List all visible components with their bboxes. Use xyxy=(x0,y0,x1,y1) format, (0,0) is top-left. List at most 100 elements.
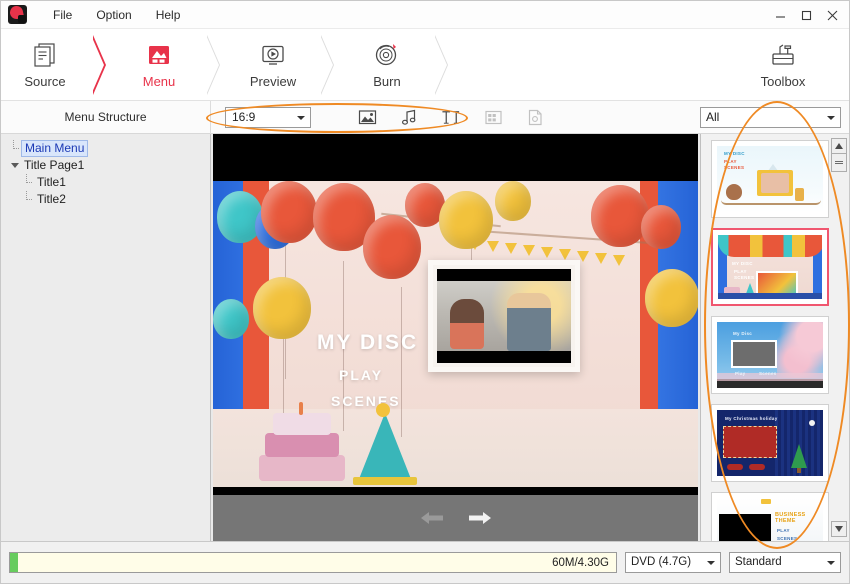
menu-bar: File Option Help xyxy=(41,5,192,25)
tree-node-label: Title2 xyxy=(34,192,69,207)
balloon-teal xyxy=(213,299,249,339)
tree-node-title2[interactable]: Title2 xyxy=(9,191,210,208)
step-source[interactable]: Source xyxy=(1,29,89,100)
template-filter-wrap: All xyxy=(700,107,841,128)
garland-flag xyxy=(523,245,535,256)
scroll-up-icon[interactable] xyxy=(831,138,847,154)
step-source-label: Source xyxy=(24,74,65,89)
chevron-down-icon xyxy=(297,116,305,120)
template-thumb-balloon-birthday[interactable]: MY DISC PLAY SCENES xyxy=(711,228,829,306)
template-blossoms xyxy=(777,322,823,378)
background-music-icon[interactable] xyxy=(399,107,419,127)
template-filter-select[interactable]: All xyxy=(700,107,841,128)
menu-template-icon xyxy=(144,40,174,70)
step-preview-label: Preview xyxy=(250,74,296,89)
template-sub2: SCENES xyxy=(724,165,744,170)
disc-burn-icon xyxy=(372,40,402,70)
scroll-down-icon[interactable] xyxy=(831,521,847,537)
balloon-yellow xyxy=(495,181,531,221)
close-icon[interactable] xyxy=(819,2,845,28)
menu-play-text[interactable]: PLAY xyxy=(339,367,383,383)
template-thumb-christmas-holiday[interactable]: My Christmas holiday xyxy=(711,404,829,482)
tree-node-main-menu[interactable]: Main Menu xyxy=(9,140,210,157)
minimize-icon[interactable] xyxy=(767,2,793,28)
sub-toolbar-tools: 16:9 xyxy=(211,107,545,128)
cake-layer xyxy=(265,433,339,457)
step-menu[interactable]: Menu xyxy=(115,29,203,100)
toolbox-button[interactable]: Toolbox xyxy=(731,29,835,100)
menu-item-file[interactable]: File xyxy=(41,5,84,25)
window-controls xyxy=(767,1,845,29)
template-sub1: Play xyxy=(735,371,745,376)
menu-scene: MY DISC PLAY SCENES xyxy=(213,181,698,487)
template-thumb-business[interactable]: BUSINESS THEME PLAY SCENES xyxy=(711,492,829,541)
template-tree-trunk xyxy=(797,468,801,473)
template-scrollbar-top xyxy=(831,138,847,172)
quality-value: Standard xyxy=(735,556,782,568)
step-divider-3 xyxy=(317,29,343,100)
balloon-red xyxy=(363,215,421,279)
document-stack-icon xyxy=(30,40,60,70)
arrow-right-icon[interactable] xyxy=(467,509,493,527)
text-tool-icon[interactable] xyxy=(441,107,461,127)
template-photo-frame xyxy=(719,514,771,541)
template-accent xyxy=(761,499,771,504)
preview-stage[interactable]: MY DISC PLAY SCENES xyxy=(213,134,698,541)
sub-toolbar: Menu Structure 16:9 xyxy=(1,101,849,134)
app-logo-icon xyxy=(8,5,27,24)
menu-thumbnail-frame[interactable] xyxy=(428,260,580,372)
step-burn[interactable]: Burn xyxy=(343,29,431,100)
template-thumb-cherry-blossom[interactable]: My Disc Play Scenes xyxy=(711,316,829,394)
menu-title-text[interactable]: MY DISC xyxy=(317,331,418,355)
toolbox-icon xyxy=(768,40,798,70)
template-moon xyxy=(809,420,815,426)
preview-monitor-icon xyxy=(258,40,288,70)
tree-node-title1[interactable]: Title1 xyxy=(9,174,210,191)
template-art: BUSINESS THEME PLAY SCENES xyxy=(717,498,823,541)
garland-flag xyxy=(487,241,499,252)
tree-node-title-page1[interactable]: Title Page1 xyxy=(9,157,210,174)
main-body: Main Menu Title Page1 Title1 Title2 xyxy=(1,134,849,541)
menu-item-help[interactable]: Help xyxy=(144,5,193,25)
cake-layer xyxy=(259,455,345,481)
menu-tree: Main Menu Title Page1 Title1 Title2 xyxy=(1,140,210,208)
step-preview[interactable]: Preview xyxy=(229,29,317,100)
disc-type-select[interactable]: DVD (4.7G) xyxy=(625,552,721,573)
disc-type-value: DVD (4.7G) xyxy=(631,556,691,568)
tree-node-label: Main Menu xyxy=(21,140,88,157)
scroll-thumb[interactable] xyxy=(831,154,847,172)
template-scrollbar[interactable] xyxy=(831,138,847,537)
template-title: BUSINESS THEME xyxy=(775,512,823,524)
garland-flag xyxy=(595,253,607,264)
page-settings-icon xyxy=(525,107,545,127)
aspect-ratio-select[interactable]: 16:9 xyxy=(225,107,311,128)
menu-preview-panel: MY DISC PLAY SCENES xyxy=(211,134,701,541)
template-sub2: SCENES xyxy=(734,275,754,280)
garland-flag xyxy=(505,243,517,254)
menu-thumbnail-inner xyxy=(437,269,571,363)
status-bar: 60M/4.30G DVD (4.7G) Standard xyxy=(1,541,849,583)
thumbnail-person-right xyxy=(507,293,551,351)
arrow-left-icon[interactable] xyxy=(419,509,445,527)
template-title: My Christmas holiday xyxy=(725,416,778,421)
tree-expander-icon[interactable] xyxy=(9,160,20,171)
balloon-yellow xyxy=(645,269,698,327)
menu-item-option[interactable]: Option xyxy=(84,5,143,25)
thumbnail-grid-icon xyxy=(483,107,503,127)
tree-node-label: Title Page1 xyxy=(21,158,87,173)
quality-select[interactable]: Standard xyxy=(729,552,841,573)
template-track xyxy=(721,200,821,205)
menu-page-navigation xyxy=(213,495,698,541)
background-image-icon[interactable] xyxy=(357,107,377,127)
maximize-icon[interactable] xyxy=(793,2,819,28)
template-art: MY DISC PLAY SCENES xyxy=(717,146,823,212)
chevron-down-icon xyxy=(707,561,715,565)
template-thumb-baby-toys[interactable]: MY DISC PLAY SCENES xyxy=(711,140,829,218)
balloon-yellow xyxy=(253,277,311,339)
template-title: MY DISC xyxy=(724,151,745,156)
tree-elbow xyxy=(9,140,20,157)
template-art: My Disc Play Scenes xyxy=(717,322,823,388)
template-sub2: Scenes xyxy=(759,371,777,376)
template-photo-frame xyxy=(723,426,777,458)
thumbnail-person-left xyxy=(450,299,484,349)
